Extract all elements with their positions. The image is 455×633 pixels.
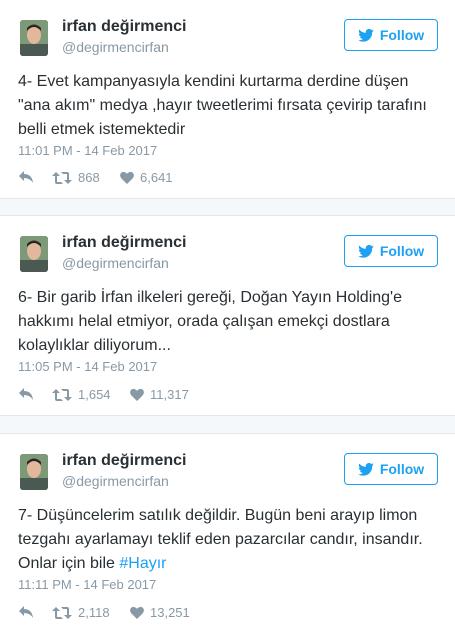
like-count: 13,251 xyxy=(150,605,190,620)
hashtag-link[interactable]: #Hayır xyxy=(119,555,166,572)
tweet-actions: 1,654 11,317 xyxy=(18,387,318,407)
retweet-icon xyxy=(52,388,72,401)
tweet-separator xyxy=(0,198,455,216)
retweet-button[interactable]: 1,654 xyxy=(52,387,111,402)
tweet-card: irfan değirmenci @degirmencirfan Follow … xyxy=(0,216,455,415)
follow-label: Follow xyxy=(379,243,425,259)
reply-button[interactable] xyxy=(18,387,34,401)
twitter-bird-icon xyxy=(358,28,374,42)
reply-button[interactable] xyxy=(18,605,34,619)
tweet-text: 4- Evet kampanyasıyla kendini kurtarma d… xyxy=(18,73,427,138)
retweet-icon xyxy=(52,606,72,619)
retweet-count: 1,654 xyxy=(78,387,111,402)
like-count: 6,641 xyxy=(140,170,173,185)
display-name[interactable]: irfan değirmenci xyxy=(62,234,186,252)
reply-button[interactable] xyxy=(18,170,34,184)
heart-icon xyxy=(130,388,144,401)
like-button[interactable]: 6,641 xyxy=(120,170,173,185)
display-name[interactable]: irfan değirmenci xyxy=(62,452,186,470)
tweet-actions: 2,118 13,251 xyxy=(18,605,318,625)
heart-icon xyxy=(130,606,144,619)
timestamp[interactable]: 11:11 PM - 14 Feb 2017 xyxy=(18,577,156,592)
twitter-bird-icon xyxy=(358,244,374,258)
tweet-card: irfan değirmenci @degirmencirfan Follow … xyxy=(0,434,455,633)
follow-label: Follow xyxy=(379,461,425,477)
display-name[interactable]: irfan değirmenci xyxy=(62,18,186,36)
retweet-icon xyxy=(52,171,72,184)
avatar[interactable] xyxy=(20,454,48,490)
timestamp[interactable]: 11:01 PM - 14 Feb 2017 xyxy=(18,143,157,158)
twitter-bird-icon xyxy=(358,462,374,476)
tweet-text: 6- Bir garib İrfan ilkeleri gereği, Doğa… xyxy=(18,289,402,354)
reply-icon xyxy=(19,171,33,183)
follow-button[interactable]: Follow xyxy=(344,19,438,51)
tweet-text: 7- Düşüncelerim satılık değildir. Bugün … xyxy=(18,504,443,576)
follow-button[interactable]: Follow xyxy=(344,453,438,485)
timestamp[interactable]: 11:05 PM - 14 Feb 2017 xyxy=(18,359,157,374)
follow-button[interactable]: Follow xyxy=(344,235,438,267)
retweet-button[interactable]: 2,118 xyxy=(52,605,110,620)
tweet-actions: 868 6,641 xyxy=(18,170,318,190)
reply-icon xyxy=(19,606,33,618)
follow-label: Follow xyxy=(379,27,425,43)
avatar[interactable] xyxy=(20,20,48,56)
like-button[interactable]: 11,317 xyxy=(130,387,189,402)
retweet-button[interactable]: 868 xyxy=(52,170,100,185)
like-button[interactable]: 13,251 xyxy=(130,605,190,620)
heart-icon xyxy=(120,171,134,184)
retweet-count: 868 xyxy=(78,170,100,185)
username[interactable]: @degirmencirfan xyxy=(62,473,169,489)
reply-icon xyxy=(19,388,33,400)
tweet-separator xyxy=(0,415,455,434)
like-count: 11,317 xyxy=(150,387,189,402)
tweet-text-body: 7- Düşüncelerim satılık değildir. Bugün … xyxy=(18,507,423,572)
username[interactable]: @degirmencirfan xyxy=(62,255,169,271)
tweet-card: irfan değirmenci @degirmencirfan Follow … xyxy=(0,0,455,198)
avatar[interactable] xyxy=(20,236,48,272)
username[interactable]: @degirmencirfan xyxy=(62,39,169,55)
retweet-count: 2,118 xyxy=(78,605,110,620)
